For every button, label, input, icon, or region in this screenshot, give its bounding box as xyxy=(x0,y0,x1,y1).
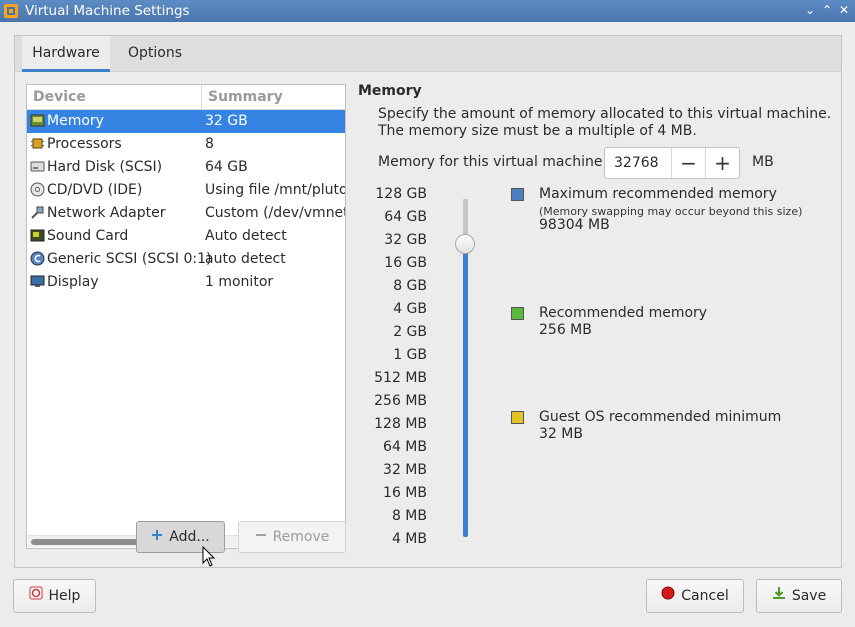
memory-stepper[interactable]: 32768 − + xyxy=(604,147,740,179)
device-row-hard-disk[interactable]: Hard Disk (SCSI) 64 GB xyxy=(27,156,345,179)
decrement-button[interactable]: − xyxy=(671,148,705,178)
sound-card-icon xyxy=(30,228,45,243)
memory-title: Memory xyxy=(358,83,422,99)
close-icon[interactable]: ✕ xyxy=(835,1,853,19)
memory-scale-label: 4 GB xyxy=(393,301,427,317)
column-header-device[interactable]: Device xyxy=(27,85,201,110)
processor-icon xyxy=(30,136,45,151)
title-bar: Virtual Machine Settings ⌄ ⌃ ✕ xyxy=(0,0,855,22)
increment-button[interactable]: + xyxy=(705,148,739,178)
tab-bar: Hardware Options xyxy=(15,36,841,72)
memory-scale-label: 64 MB xyxy=(383,439,427,455)
help-button[interactable]: Help xyxy=(13,579,96,613)
memory-scale-label: 16 GB xyxy=(384,255,427,271)
max-recommended-swatch xyxy=(511,188,524,201)
memory-scale-label: 32 GB xyxy=(384,232,427,248)
window-title: Virtual Machine Settings xyxy=(25,3,190,19)
memory-unit: MB xyxy=(752,154,774,170)
max-recommended-title: Maximum recommended memory xyxy=(539,186,777,202)
device-row-processors[interactable]: Processors 8 xyxy=(27,133,345,156)
memory-scale-label: 64 GB xyxy=(384,209,427,225)
plus-icon xyxy=(151,522,163,552)
memory-slider-knob[interactable] xyxy=(455,234,475,254)
memory-scale-label: 128 MB xyxy=(374,416,427,432)
recommended-swatch xyxy=(511,307,524,320)
save-button[interactable]: Save xyxy=(756,579,842,613)
tab-hardware[interactable]: Hardware xyxy=(22,36,110,72)
help-icon xyxy=(29,580,43,612)
memory-description: Specify the amount of memory allocated t… xyxy=(378,106,832,139)
network-adapter-icon xyxy=(30,205,45,220)
device-row-generic-scsi[interactable]: Generic SCSI (SCSI 0:1) auto detect xyxy=(27,248,345,271)
column-header-summary[interactable]: Summary xyxy=(201,85,345,110)
mouse-cursor-icon xyxy=(202,545,216,568)
device-row-network-adapter[interactable]: Network Adapter Custom (/dev/vmnet2 xyxy=(27,202,345,225)
memory-scale-label: 128 GB xyxy=(375,186,427,202)
app-icon xyxy=(3,3,19,19)
memory-input[interactable]: 32768 xyxy=(614,148,659,178)
memory-scale-label: 8 GB xyxy=(393,278,427,294)
memory-icon xyxy=(30,113,45,128)
tab-options[interactable]: Options xyxy=(115,36,195,72)
guest-os-minimum-title: Guest OS recommended minimum xyxy=(539,409,782,425)
memory-scale-label: 8 MB xyxy=(391,508,427,524)
hard-disk-icon xyxy=(30,159,45,174)
memory-scale-label: 16 MB xyxy=(383,485,427,501)
device-row-sound-card[interactable]: Sound Card Auto detect xyxy=(27,225,345,248)
cancel-button[interactable]: Cancel xyxy=(646,579,744,613)
recommended-title: Recommended memory xyxy=(539,305,708,321)
memory-scale-label: 2 GB xyxy=(393,324,427,340)
guest-os-minimum-value: 32 MB xyxy=(539,426,583,442)
device-row-memory[interactable]: Memory 32 GB xyxy=(27,110,345,133)
chevron-down-icon[interactable]: ⌄ xyxy=(801,1,819,19)
memory-scale-label: 32 MB xyxy=(383,462,427,478)
cancel-icon xyxy=(661,580,675,612)
display-icon xyxy=(30,274,45,289)
cd-dvd-icon xyxy=(30,182,45,197)
max-recommended-value: 98304 MB xyxy=(539,217,610,233)
memory-scale-label: 512 MB xyxy=(374,370,427,386)
device-row-cd-dvd[interactable]: CD/DVD (IDE) Using file /mnt/pluto/s xyxy=(27,179,345,202)
device-table[interactable]: Device Summary Memory 32 GB Processors 8… xyxy=(26,84,346,549)
remove-button[interactable]: Remove xyxy=(238,521,346,553)
memory-scale-label: 1 GB xyxy=(393,347,427,363)
chevron-up-icon[interactable]: ⌃ xyxy=(818,1,836,19)
guest-os-minimum-swatch xyxy=(511,411,524,424)
memory-scale-label: 256 MB xyxy=(374,393,427,409)
memory-field-label: Memory for this virtual machine: xyxy=(378,154,608,170)
memory-scale-label: 4 MB xyxy=(391,531,427,547)
recommended-value: 256 MB xyxy=(539,322,592,338)
generic-scsi-icon xyxy=(30,251,45,266)
device-row-display[interactable]: Display 1 monitor xyxy=(27,271,345,294)
minus-icon xyxy=(255,522,267,552)
save-icon xyxy=(772,580,786,612)
